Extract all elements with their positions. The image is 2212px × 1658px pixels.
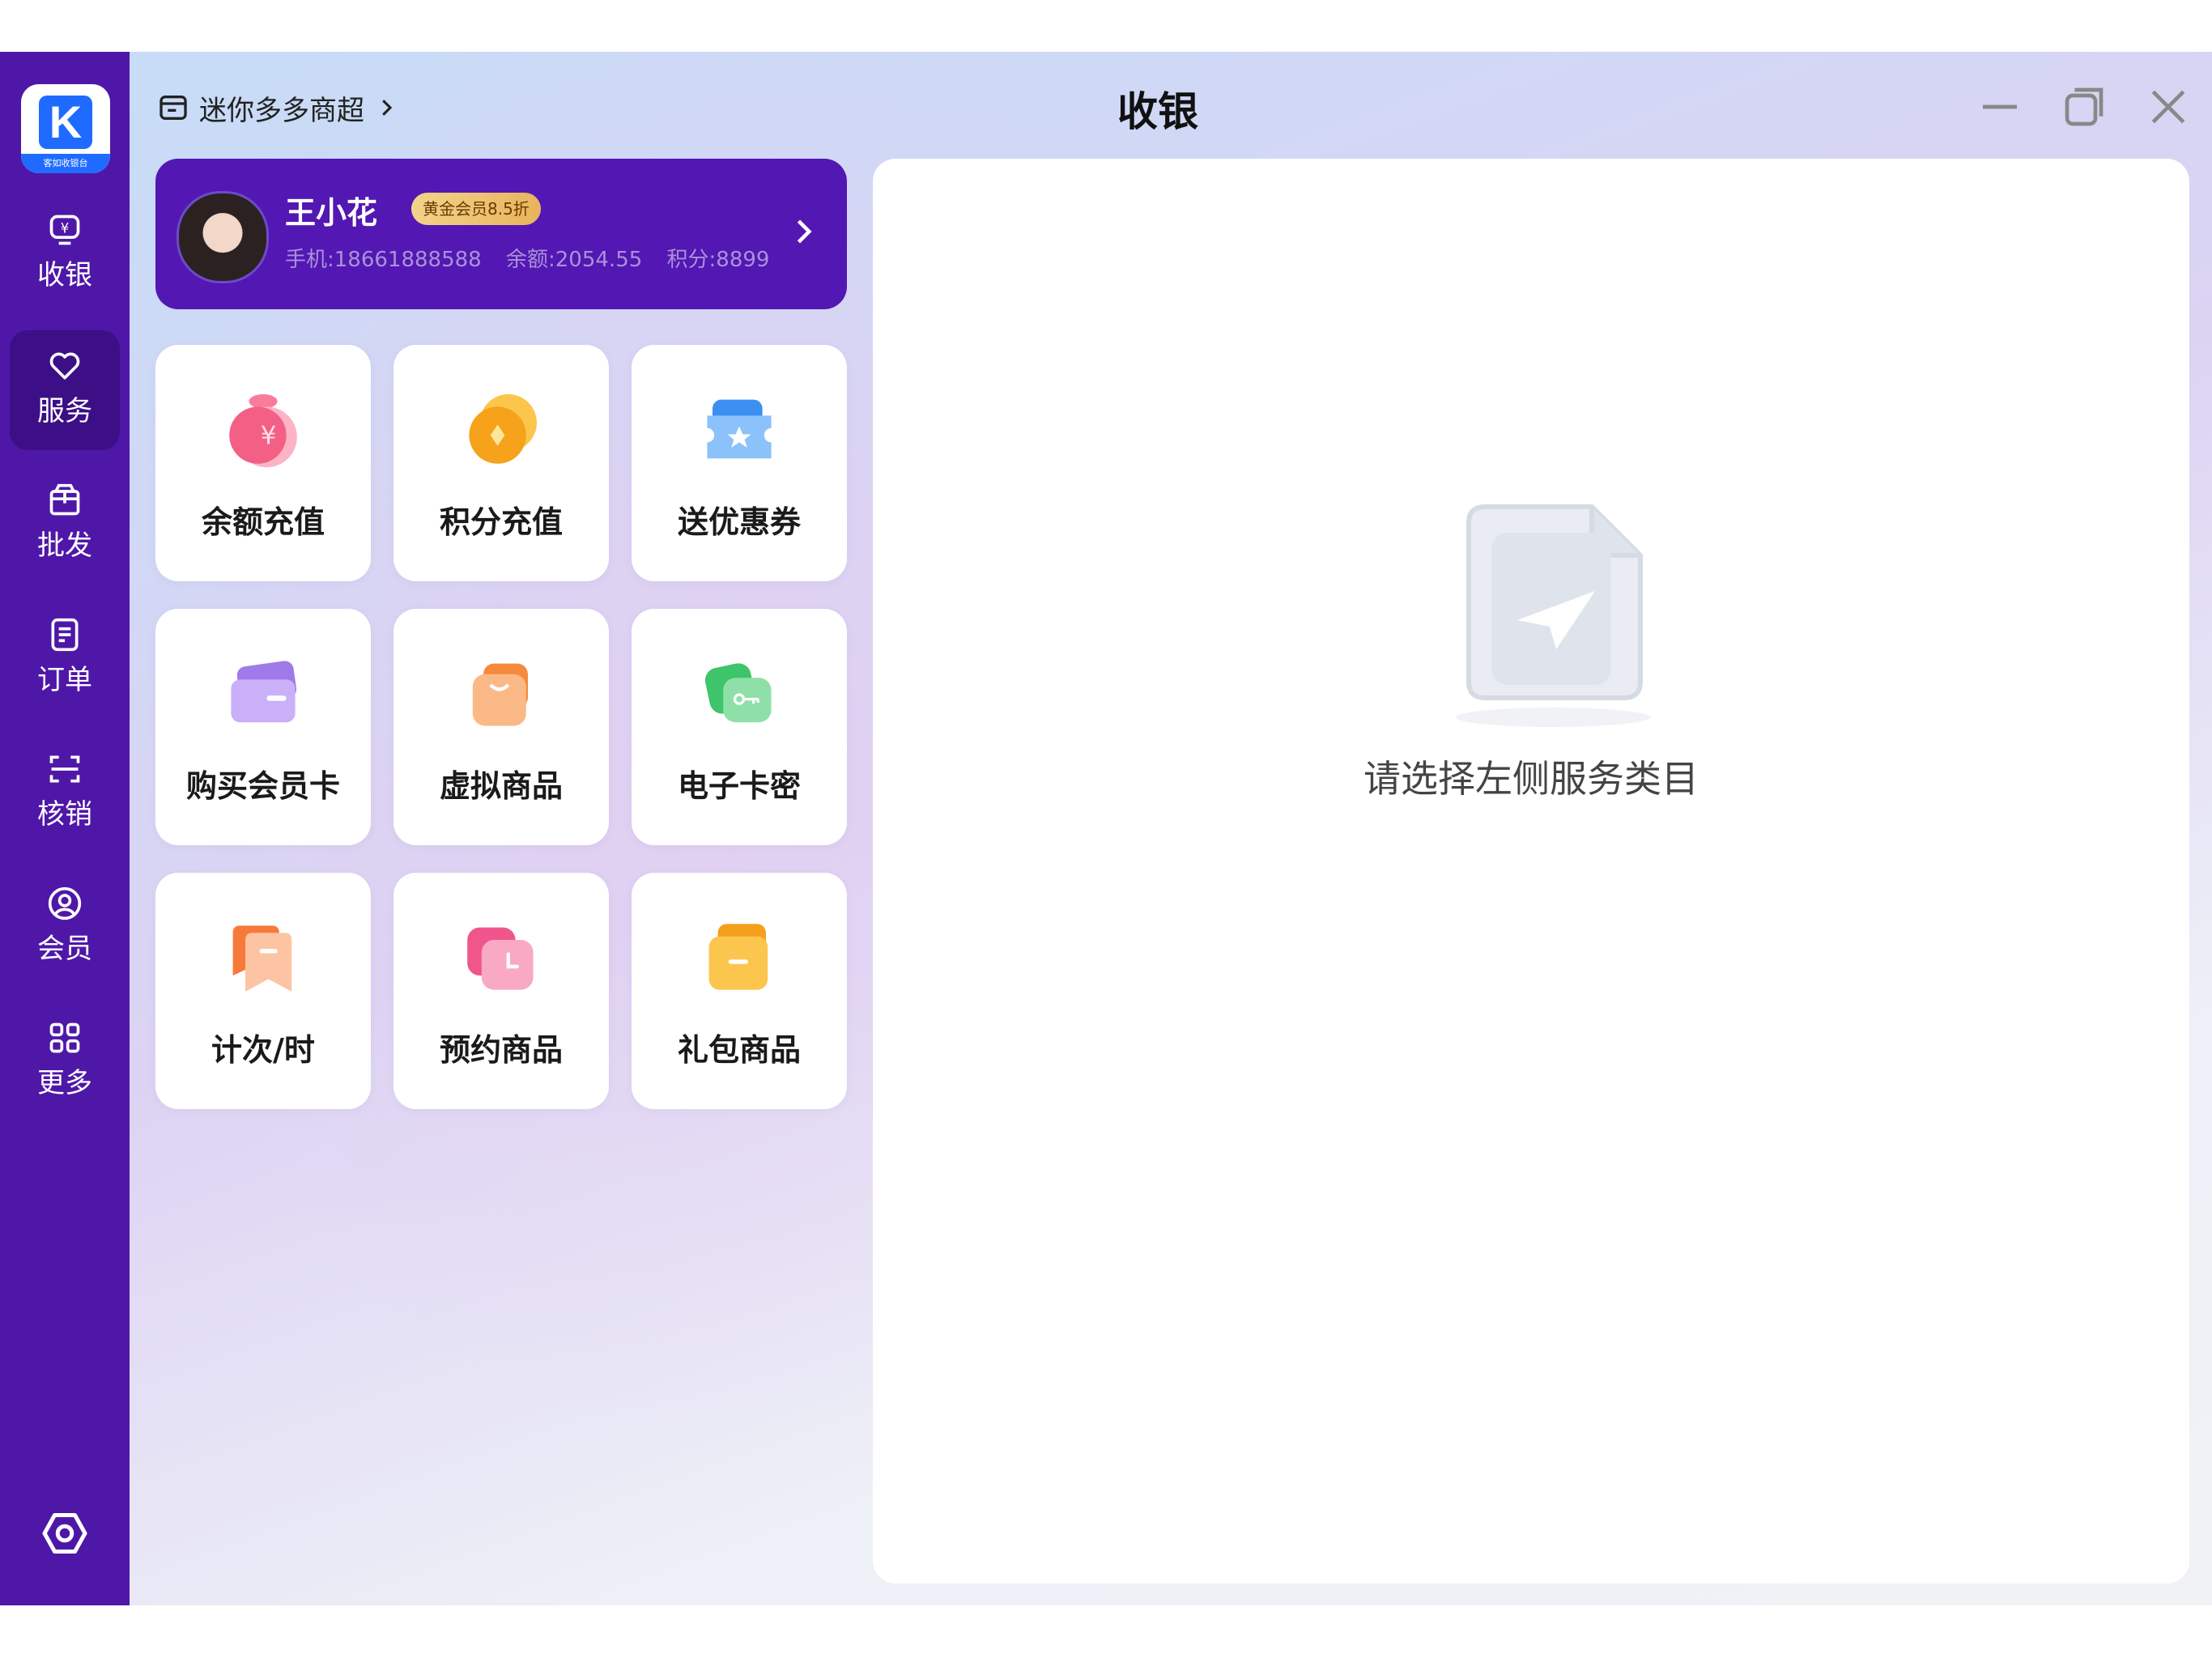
grid-icon bbox=[49, 1022, 80, 1053]
bag-icon bbox=[472, 663, 528, 726]
coupon-icon bbox=[707, 399, 772, 459]
service-e-card-key[interactable]: 电子卡密 bbox=[632, 609, 847, 845]
sidebar-item-label: 收银 bbox=[37, 259, 92, 291]
service-points-recharge[interactable]: 积分充值 bbox=[393, 345, 609, 581]
store-icon bbox=[160, 96, 187, 120]
service-gift-pack[interactable]: 礼包商品 bbox=[632, 873, 847, 1109]
scan-icon bbox=[49, 755, 80, 783]
avatar bbox=[177, 191, 269, 283]
store-name: 迷你多多商超 bbox=[199, 94, 364, 127]
sidebar-item-label: 服务 bbox=[37, 395, 92, 427]
app-window: K 客如收银台 ¥ 收银 服务 批发 订单 核销 会员 更多 迷你多多商超 收银… bbox=[0, 52, 2212, 1605]
sidebar-item-member[interactable]: 会员 bbox=[10, 868, 120, 988]
tile-label: 预约商品 bbox=[439, 1032, 563, 1068]
chevron-right-icon bbox=[382, 100, 393, 116]
service-send-coupon[interactable]: 送优惠券 bbox=[632, 345, 847, 581]
member-icon bbox=[48, 886, 82, 920]
member-level-badge: 黄金会员8.5折 bbox=[411, 193, 541, 225]
logo-caption: 客如收银台 bbox=[21, 154, 110, 173]
empty-state-text: 请选择左侧服务类目 bbox=[1363, 757, 1699, 801]
main-content: 迷你多多商超 收银 王小花 黄金会员8.5折 手机:18661888588 余额… bbox=[130, 52, 2212, 1605]
cashier-icon: ¥ bbox=[49, 215, 80, 245]
gift-box-icon bbox=[708, 924, 768, 990]
sidebar-item-orders[interactable]: 订单 bbox=[10, 599, 120, 719]
app-logo: K 客如收银台 bbox=[21, 84, 110, 173]
member-balance: 余额:2054.55 bbox=[506, 248, 643, 272]
tile-label: 电子卡密 bbox=[677, 768, 801, 804]
member-points: 积分:8899 bbox=[666, 248, 770, 272]
tile-label: 购买会员卡 bbox=[185, 768, 340, 804]
sidebar-item-label: 批发 bbox=[37, 529, 92, 562]
key-card-icon bbox=[704, 663, 772, 723]
settings-icon[interactable] bbox=[40, 1509, 89, 1558]
sidebar-item-label: 会员 bbox=[37, 933, 92, 965]
tile-label: 余额充值 bbox=[201, 504, 325, 540]
service-virtual-goods[interactable]: 虚拟商品 bbox=[393, 609, 609, 845]
sidebar-item-label: 更多 bbox=[37, 1067, 92, 1099]
store-selector[interactable]: 迷你多多商超 bbox=[157, 87, 398, 128]
box-icon bbox=[49, 483, 80, 516]
sidebar-item-wholesale[interactable]: 批发 bbox=[10, 465, 120, 585]
detail-panel: 请选择左侧服务类目 bbox=[873, 159, 2189, 1584]
member-info: 手机:18661888588 余额:2054.55 积分:8899 bbox=[285, 243, 787, 273]
ticket-icon bbox=[232, 925, 292, 992]
heart-icon bbox=[49, 352, 80, 380]
svg-text:¥: ¥ bbox=[61, 221, 70, 236]
tile-label: 计次/时 bbox=[211, 1032, 315, 1068]
tile-label: 送优惠券 bbox=[677, 504, 801, 540]
svg-text:¥: ¥ bbox=[261, 422, 277, 451]
coin-icon bbox=[469, 394, 537, 464]
chevron-right-icon bbox=[797, 219, 812, 244]
sidebar-item-cashier[interactable]: ¥ 收银 bbox=[10, 194, 120, 314]
member-name: 王小花 bbox=[285, 195, 378, 231]
tile-label: 虚拟商品 bbox=[439, 768, 563, 804]
service-balance-recharge[interactable]: ¥ 余额充值 bbox=[155, 345, 371, 581]
money-bag-icon: ¥ bbox=[229, 394, 297, 468]
sidebar-item-label: 核销 bbox=[37, 798, 92, 831]
sidebar: K 客如收银台 ¥ 收银 服务 批发 订单 核销 会员 更多 bbox=[0, 52, 130, 1605]
service-reservation-goods[interactable]: 预约商品 bbox=[393, 873, 609, 1109]
sidebar-item-label: 订单 bbox=[37, 664, 92, 696]
clock-icon bbox=[467, 927, 534, 990]
card-icon bbox=[231, 661, 297, 723]
service-count-time[interactable]: 计次/时 bbox=[155, 873, 371, 1109]
tile-label: 积分充值 bbox=[439, 504, 563, 540]
document-send-icon bbox=[1456, 504, 1650, 727]
service-buy-member-card[interactable]: 购买会员卡 bbox=[155, 609, 371, 845]
minimize-icon[interactable] bbox=[1977, 84, 2023, 130]
order-icon bbox=[51, 618, 79, 652]
member-phone: 手机:18661888588 bbox=[285, 248, 482, 272]
sidebar-item-service[interactable]: 服务 bbox=[10, 330, 120, 450]
maximize-icon[interactable] bbox=[2061, 84, 2107, 130]
sidebar-item-verify[interactable]: 核销 bbox=[10, 733, 120, 853]
page-title: 收银 bbox=[1117, 88, 1198, 135]
sidebar-item-more[interactable]: 更多 bbox=[10, 1002, 120, 1122]
member-card[interactable]: 王小花 黄金会员8.5折 手机:18661888588 余额:2054.55 积… bbox=[155, 159, 847, 309]
tile-label: 礼包商品 bbox=[677, 1032, 801, 1068]
logo-mark: K bbox=[39, 96, 92, 149]
close-icon[interactable] bbox=[2146, 84, 2191, 130]
